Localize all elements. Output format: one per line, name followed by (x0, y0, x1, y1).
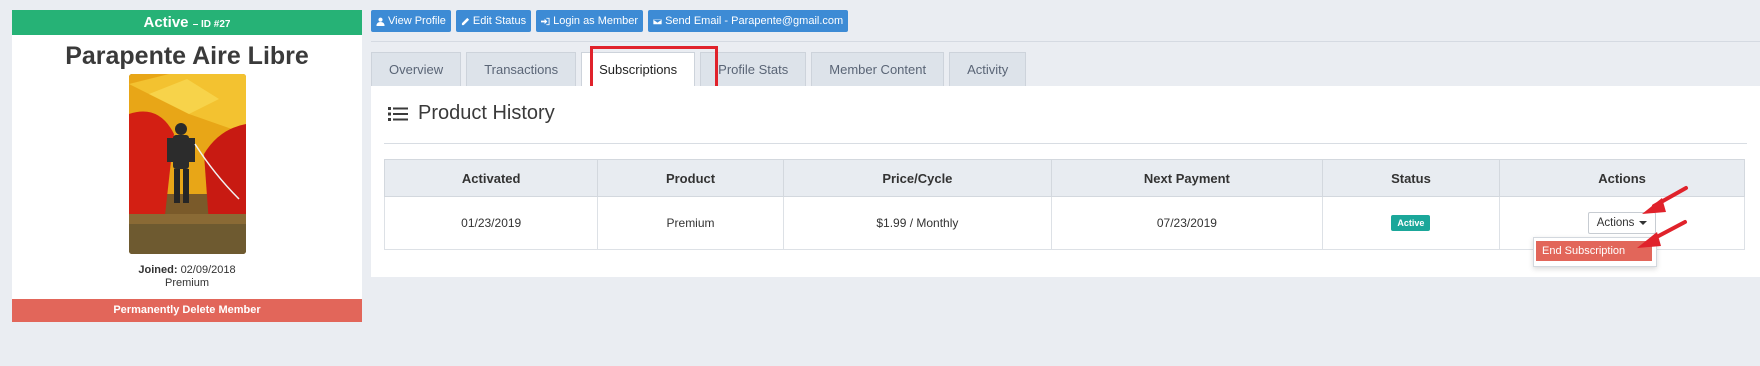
toolbar-divider (371, 41, 1760, 42)
joined-label: Joined: (138, 264, 178, 276)
send-email-label: Send Email - Parapente@gmail.com (665, 15, 844, 27)
actions-dropdown-button[interactable]: Actions (1587, 212, 1657, 234)
member-photo (128, 74, 246, 254)
member-name: Parapente Aire Libre (65, 42, 309, 70)
table-header-row: Activated Product Price/Cycle Next Payme… (383, 159, 1745, 197)
delete-member-button[interactable]: Permanently Delete Member (12, 299, 362, 322)
header-price-cycle: Price/Cycle (782, 159, 1053, 197)
cell-next-payment: 07/23/2019 (1051, 196, 1323, 250)
header-activated: Activated (383, 159, 599, 197)
cell-price-cycle: $1.99 / Monthly (782, 196, 1053, 250)
login-as-member-label: Login as Member (553, 15, 639, 27)
member-card: Active – ID #27 Parapente Aire Libre Joi… (12, 10, 362, 322)
tab-overview[interactable]: Overview (371, 52, 462, 86)
sign-in-icon (541, 17, 550, 25)
tab-subscriptions[interactable]: Subscriptions (581, 52, 696, 86)
edit-status-button[interactable]: Edit Status (455, 10, 532, 32)
end-subscription-item[interactable]: End Subscription (1536, 241, 1652, 261)
edit-status-label: Edit Status (472, 15, 527, 27)
tab-profile-stats[interactable]: Profile Stats (700, 52, 807, 86)
member-id: – ID #27 (192, 19, 231, 30)
list-icon (388, 106, 408, 121)
envelope-icon (653, 17, 663, 25)
panel-divider (384, 143, 1747, 144)
cell-product: Premium (597, 196, 784, 250)
view-profile-label: View Profile (388, 15, 446, 27)
member-status-bar: Active – ID #27 (12, 10, 362, 35)
cell-activated: 01/23/2019 (383, 196, 599, 250)
actions-dropdown-menu: End Subscription (1533, 237, 1657, 267)
pencil-icon (461, 17, 469, 25)
joined-date: 02/09/2018 (180, 264, 236, 276)
header-status: Status (1321, 159, 1501, 197)
member-plan: Premium (164, 277, 209, 289)
login-as-member-button[interactable]: Login as Member (536, 10, 644, 32)
member-tabs: Overview Transactions Subscriptions Prof… (371, 52, 1027, 86)
status-badge: Active (1391, 215, 1431, 231)
tab-transactions[interactable]: Transactions (466, 52, 577, 86)
view-profile-button[interactable]: View Profile (371, 10, 451, 32)
member-toolbar: View Profile Edit Status Login as Member… (371, 10, 849, 32)
user-icon (376, 17, 385, 26)
cell-status: Active (1321, 196, 1501, 250)
tab-activity[interactable]: Activity (949, 52, 1027, 86)
caret-down-icon (1639, 221, 1648, 225)
member-joined: Joined: 02/09/2018 (12, 264, 362, 276)
header-actions: Actions (1499, 159, 1745, 197)
panel-title: Product History (418, 102, 555, 124)
send-email-button[interactable]: Send Email - Parapente@gmail.com (648, 10, 849, 32)
tab-member-content[interactable]: Member Content (811, 52, 945, 86)
header-next-payment: Next Payment (1051, 159, 1323, 197)
header-product: Product (597, 159, 784, 197)
actions-label: Actions (1596, 217, 1635, 229)
panel-header: Product History (388, 102, 555, 125)
member-status: Active (143, 14, 189, 31)
